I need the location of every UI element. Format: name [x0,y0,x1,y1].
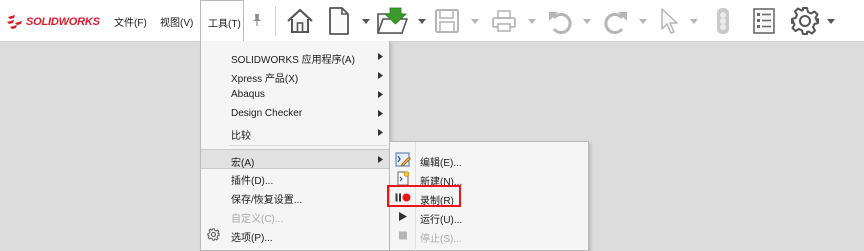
new-document-icon [329,7,349,35]
toolbar-separator [275,6,276,36]
home-icon [287,8,313,33]
submenu-arrow-icon [378,72,383,79]
menu-item-addins[interactable]: 插件(D)... [201,168,389,187]
redo-button[interactable] [601,5,631,37]
ds-logo-icon [7,15,22,29]
menu-item-label: 插件(D)... [231,176,274,187]
macro-item-stop[interactable]: 停止(S)... [390,226,588,245]
macro-new-icon [397,171,410,186]
menu-item-abaqus[interactable]: Abaqus [201,85,389,104]
menu-item-macro[interactable]: 宏(A) [201,149,389,169]
undo-button[interactable] [545,5,575,37]
save-icon [435,9,459,33]
menu-item-xpress[interactable]: Xpress 产品(X) [201,66,389,85]
macro-item-label: 停止(S)... [420,234,462,245]
redo-icon [604,12,627,34]
submenu-arrow-icon [378,129,383,136]
options-dropdown-caret-icon[interactable] [827,19,835,24]
menu-file[interactable]: 文件(F) [114,14,147,29]
menu-item-design-checker[interactable]: Design Checker [201,104,389,123]
menu-item-label: Abaqus [231,89,265,100]
brand-name: SOLIDWORKS [26,16,100,28]
menu-item-solidworks-apps[interactable]: SOLIDWORKS 应用程序(A) [201,47,389,66]
macro-item-label: 编辑(E)... [420,158,462,169]
rebuild-button[interactable] [712,5,734,37]
macro-stop-icon [399,231,407,240]
select-cursor-icon [661,8,678,34]
menu-item-label: 比较 [231,131,251,142]
submenu-arrow-icon [378,156,383,163]
gear-icon [207,228,220,241]
menu-item-label: 宏(A) [231,158,255,169]
open-folder-icon [377,7,408,34]
menu-item-compare[interactable]: 比较 [201,123,389,142]
rebuild-icon [717,8,729,34]
menu-item-label: 选项(P)... [231,233,273,244]
file-properties-icon [753,8,775,34]
menu-item-label: Xpress 产品(X) [231,74,299,85]
menu-item-label: 自定义(C)... [231,214,284,225]
submenu-arrow-icon [378,91,383,98]
menu-item-label: SOLIDWORKS 应用程序(A) [231,55,355,66]
save-dropdown-caret-icon[interactable] [471,19,479,24]
macro-item-edit[interactable]: 编辑(E)... [390,150,588,169]
menu-item-label: 保存/恢复设置... [231,195,303,206]
print-icon [492,10,516,32]
save-button[interactable] [432,5,462,37]
options-button[interactable] [788,5,822,37]
solidworks-logo[interactable]: SOLIDWORKS [6,13,100,31]
open-button[interactable] [374,5,410,37]
submenu-arrow-icon [378,53,383,60]
options-gear-icon [791,7,819,35]
print-button[interactable] [489,5,519,37]
menu-item-save-restore-settings[interactable]: 保存/恢复设置... [201,187,389,206]
menu-separator [229,145,387,146]
macro-run-icon [399,212,407,221]
new-document-button[interactable] [325,5,353,37]
menu-item-customize[interactable]: 自定义(C)... [201,206,389,225]
select-dropdown-caret-icon[interactable] [690,19,698,24]
print-dropdown-caret-icon[interactable] [528,19,536,24]
macro-edit-icon [395,152,411,167]
pin-icon[interactable] [251,13,263,27]
undo-dropdown-caret-icon[interactable] [583,19,591,24]
file-properties-button[interactable] [749,5,779,37]
macro-item-run[interactable]: 运行(U)... [390,207,588,226]
select-button[interactable] [656,5,682,37]
redo-dropdown-caret-icon[interactable] [639,19,647,24]
menu-tools[interactable]: 工具(T) [200,0,244,42]
tools-menu: SOLIDWORKS 应用程序(A) Xpress 产品(X) Abaqus D… [200,41,390,251]
menu-item-options[interactable]: 选项(P)... [201,225,389,244]
menu-item-label: Design Checker [231,108,303,119]
record-highlight-box [387,185,461,207]
open-dropdown-caret-icon[interactable] [418,19,426,24]
submenu-arrow-icon [378,110,383,117]
undo-icon [549,12,572,34]
home-button[interactable] [284,5,316,37]
macro-item-label: 运行(U)... [420,215,463,226]
menu-view[interactable]: 视图(V) [160,14,193,29]
top-bar: SOLIDWORKS 文件(F) 视图(V) 工具(T) [0,0,864,42]
new-dropdown-caret-icon[interactable] [362,19,370,24]
